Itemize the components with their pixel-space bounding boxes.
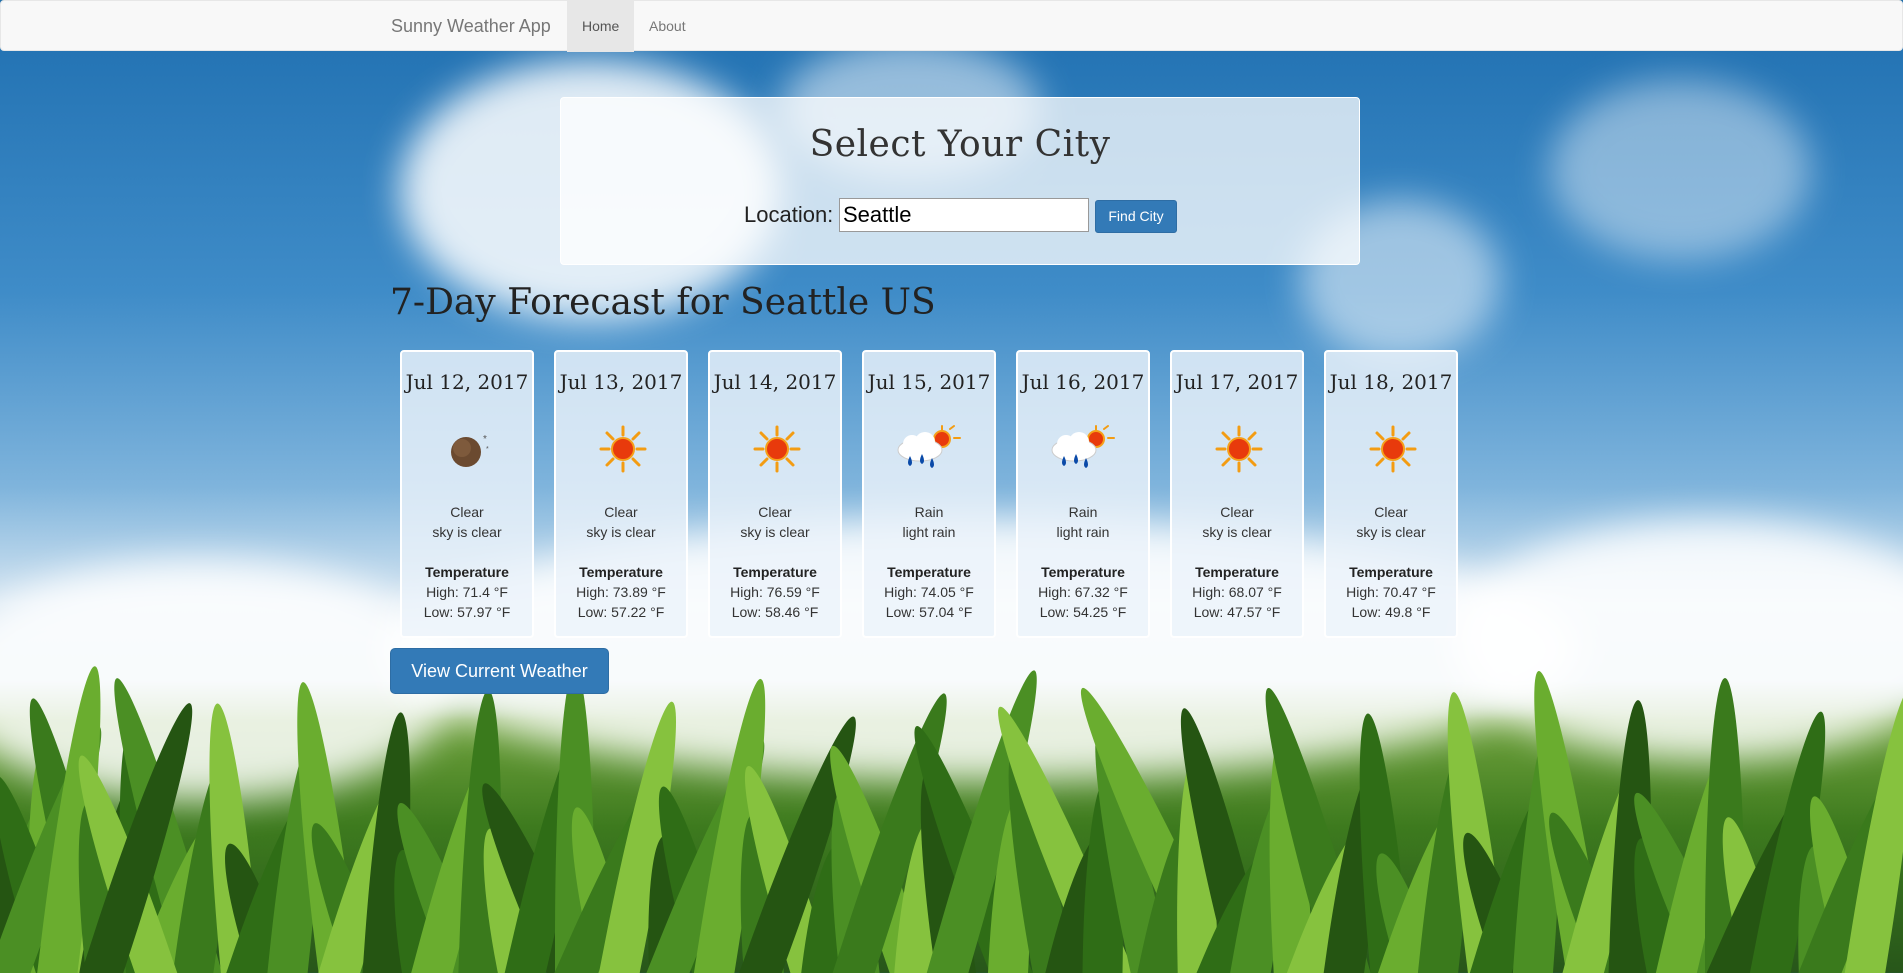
card-high: High: 68.07 °F: [1192, 584, 1282, 600]
city-search-panel: Select Your City Location: Find City: [560, 97, 1360, 265]
card-high: High: 74.05 °F: [884, 584, 974, 600]
card-low: Low: 57.22 °F: [577, 604, 665, 620]
card-low: Low: 57.04 °F: [885, 604, 973, 620]
card-condition: Clear: [450, 504, 484, 520]
card-description: light rain: [902, 524, 956, 540]
card-date: Jul 18, 2017: [1329, 370, 1453, 394]
card-date: Jul 14, 2017: [713, 370, 837, 394]
sun-rain-icon: [892, 424, 961, 474]
moon-icon: * *: [444, 424, 494, 474]
card-condition: Rain: [914, 504, 944, 520]
card-condition: Clear: [604, 504, 638, 520]
nav-home[interactable]: Home: [567, 1, 635, 52]
grass-field: [0, 643, 1903, 973]
sun-icon: [1214, 424, 1264, 474]
card-temperature-label: Temperature: [579, 564, 663, 580]
card-condition: Clear: [1374, 504, 1408, 520]
card-condition: Clear: [758, 504, 792, 520]
card-low: Low: 47.57 °F: [1193, 604, 1281, 620]
forecast-card: Jul 18, 2017 Clear sky is clear Temperature…: [1324, 350, 1458, 638]
card-temperature-label: Temperature: [1195, 564, 1279, 580]
brand-link[interactable]: Sunny Weather App: [391, 1, 551, 52]
card-temperature-label: Temperature: [425, 564, 509, 580]
card-low: Low: 54.25 °F: [1039, 604, 1127, 620]
card-date: Jul 17, 2017: [1175, 370, 1299, 394]
city-panel-title: Select Your City: [809, 124, 1111, 165]
card-description: sky is clear: [586, 524, 656, 540]
card-description: sky is clear: [740, 524, 810, 540]
location-input[interactable]: [839, 198, 1089, 232]
grass-blade: [1842, 685, 1903, 973]
forecast-card: Jul 12, 2017 * * Clear sky is clear Temperatu…: [400, 350, 534, 638]
forecast-card: Jul 15, 2017 Rain light rain Temperature Hig…: [862, 350, 996, 638]
forecast-card: Jul 16, 2017 Rain light rain Temperature Hig…: [1016, 350, 1150, 638]
card-description: sky is clear: [1356, 524, 1426, 540]
forecast-card: Jul 13, 2017 Clear sky is clear Temperature…: [554, 350, 688, 638]
card-description: sky is clear: [432, 524, 502, 540]
card-high: High: 73.89 °F: [576, 584, 666, 600]
card-temperature-label: Temperature: [733, 564, 817, 580]
sun-icon: [598, 424, 648, 474]
card-temperature-label: Temperature: [1349, 564, 1433, 580]
card-high: High: 67.32 °F: [1038, 584, 1128, 600]
nav-about[interactable]: About: [634, 1, 701, 52]
card-high: High: 71.4 °F: [426, 584, 508, 600]
card-date: Jul 12, 2017: [405, 370, 529, 394]
location-label: Location:: [744, 202, 834, 227]
card-condition: Rain: [1068, 504, 1098, 520]
card-date: Jul 13, 2017: [559, 370, 683, 394]
sun-rain-icon: [1046, 424, 1115, 474]
card-high: High: 70.47 °F: [1346, 584, 1436, 600]
sun-icon: [1368, 424, 1418, 474]
card-description: light rain: [1056, 524, 1110, 540]
card-date: Jul 16, 2017: [1021, 370, 1145, 394]
view-current-weather-button[interactable]: View Current Weather: [390, 648, 609, 694]
card-description: sky is clear: [1202, 524, 1272, 540]
navbar: Sunny Weather App Home About: [0, 0, 1903, 52]
forecast-card: Jul 17, 2017 Clear sky is clear Temperature…: [1170, 350, 1304, 638]
forecast-card: Jul 14, 2017 Clear sky is clear Temperature…: [708, 350, 842, 638]
svg-text:*: *: [483, 434, 487, 445]
card-date: Jul 15, 2017: [867, 370, 991, 394]
svg-text:*: *: [486, 446, 489, 453]
sun-icon: [752, 424, 802, 474]
card-low: Low: 57.97 °F: [423, 604, 511, 620]
card-condition: Clear: [1220, 504, 1254, 520]
card-temperature-label: Temperature: [1041, 564, 1125, 580]
card-temperature-label: Temperature: [887, 564, 971, 580]
card-low: Low: 49.8 °F: [1351, 604, 1431, 620]
card-low: Low: 58.46 °F: [731, 604, 819, 620]
card-high: High: 76.59 °F: [730, 584, 820, 600]
forecast-title: 7-Day Forecast for Seattle US: [390, 282, 936, 323]
find-city-button[interactable]: Find City: [1095, 200, 1177, 233]
